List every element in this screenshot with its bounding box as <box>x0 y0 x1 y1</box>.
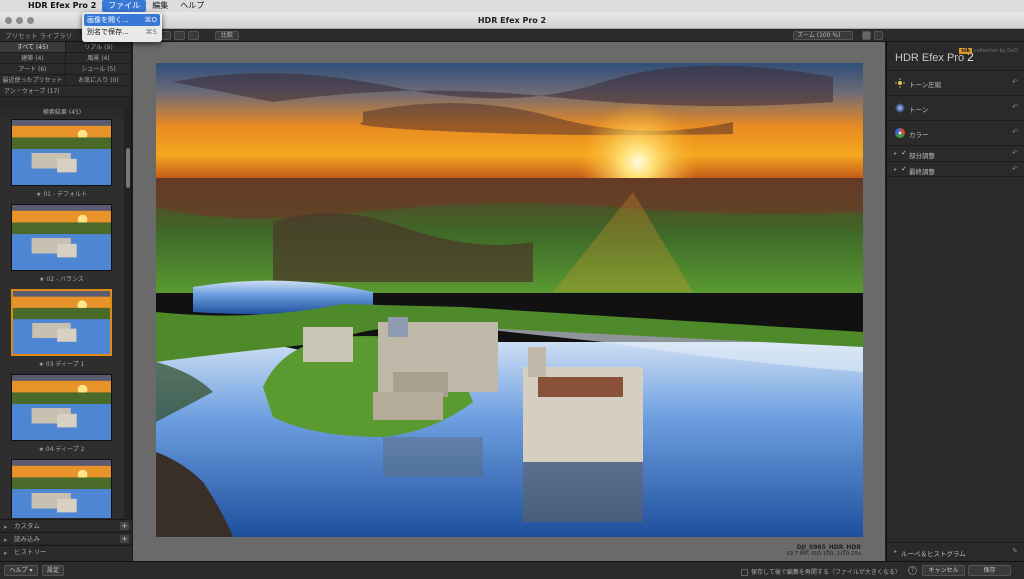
check-icon[interactable]: ✓ <box>901 165 907 173</box>
preset-category-7[interactable]: お気に入り (0) <box>66 75 132 86</box>
preset-category-2[interactable]: 建築 (4) <box>0 53 66 64</box>
preset-thumbnail[interactable] <box>11 459 112 518</box>
reset-icon[interactable]: ↶ <box>1012 78 1018 86</box>
preset-category-grid: すべて (45) リアル (9) 建築 (4) 風景 (4) アート (6) シュール (… <box>0 42 132 97</box>
sun-icon <box>895 78 905 88</box>
bottom-bar: ヘルプ ▾ 設定 保存して後で編集を再開する（ファイルが大きくなる） ? キャン… <box>0 561 1024 579</box>
menu-edit[interactable]: 編集 <box>146 0 174 12</box>
reset-icon[interactable]: ↶ <box>1012 103 1018 111</box>
add-custom-preset-button[interactable]: + <box>120 522 129 530</box>
check-icon[interactable]: ✓ <box>901 149 907 157</box>
vendor-logo: nik collection by DxO <box>959 48 1018 54</box>
section-selective-adjustments[interactable]: ▸ ✓ 部分調整 ↶ <box>887 145 1024 161</box>
toolbar-preset-label: プリセット ライブラリ <box>5 32 73 40</box>
zoom-select[interactable]: ズーム (100 %) <box>793 31 853 40</box>
menu-app[interactable]: HDR Efex Pro 2 <box>22 0 102 12</box>
cancel-button[interactable]: キャンセル <box>922 565 965 576</box>
search-results-title: 検索結果 (45) <box>0 108 124 118</box>
save-for-later-option[interactable]: 保存して後で編集を再開する（ファイルが大きくなる） <box>741 567 901 576</box>
chevron-right-icon: ▸ <box>894 166 898 173</box>
castle-photo[interactable] <box>133 42 885 561</box>
file-menu-dropdown: 画像を開く... ⌘O 別名で保存... ⌘S <box>82 12 162 42</box>
compare-button[interactable]: 比較 <box>215 31 239 40</box>
photo-frame: DJI_0965_HDR_HDR 19.7 MP, ISO 100, 1/10-… <box>133 42 885 561</box>
question-icon[interactable]: ? <box>908 566 917 575</box>
menu-item-save-as[interactable]: 別名で保存... ⌘S <box>82 26 162 38</box>
section-tone[interactable]: トーン ↶ <box>887 95 1024 120</box>
history-icon: ▸ <box>4 549 8 557</box>
chevron-right-icon: ▸ <box>894 150 898 157</box>
preset-thumbnail-list: 検索結果 (45) ★ 01 - デフォルト ★ 02 - バランス ★ 03 ディ… <box>0 108 124 518</box>
background-toggle-icon[interactable] <box>862 31 871 40</box>
preset-preview-image <box>11 119 112 186</box>
preset-preview-image <box>11 374 112 441</box>
preset-label: ★ 01 - デフォルト <box>36 191 87 198</box>
preset-scrollbar[interactable] <box>125 108 131 518</box>
preset-category-4[interactable]: アート (6) <box>0 64 66 75</box>
zoom-label: ズーム (100 %) <box>797 32 841 39</box>
section-tone-compression[interactable]: トーン圧縮 ↶ <box>887 70 1024 95</box>
reset-icon[interactable]: ↶ <box>1012 149 1018 157</box>
panel-toggle-icon[interactable] <box>874 31 883 40</box>
preset-preview-image <box>11 289 112 356</box>
preset-category-3[interactable]: 風景 (4) <box>66 53 132 64</box>
section-color[interactable]: カラー ↶ <box>887 120 1024 145</box>
window-title: HDR Efex Pro 2 <box>477 16 547 25</box>
preset-label: ★ 02 - バランス <box>39 276 84 283</box>
menu-bar: HDR Efex Pro 2 ファイル 編集 ヘルプ <box>0 0 1024 12</box>
preset-category-6[interactable]: 最近使ったプリセット <box>0 75 66 86</box>
reset-icon[interactable]: ↶ <box>1012 165 1018 173</box>
section-loupe-histogram[interactable]: ▸ ルーペ＆ヒストグラム ✎ <box>887 542 1024 561</box>
save-for-later-checkbox[interactable] <box>741 569 748 576</box>
section-finishing-adjustments[interactable]: ▸ ✓ 最終調整 ↶ <box>887 161 1024 177</box>
history-row[interactable]: ▸ ヒストリー <box>0 545 132 561</box>
photo-filename: DJI_0965_HDR_HDR <box>796 544 861 551</box>
preset-thumbnail[interactable]: ★ 04 ディープ 2 <box>11 374 112 456</box>
preset-thumbnail[interactable]: ★ 03 ディープ 1 <box>11 289 112 371</box>
save-button[interactable]: 保存 <box>968 565 1011 576</box>
preset-label: ★ 04 ディープ 2 <box>38 446 85 453</box>
preset-category-1[interactable]: リアル (9) <box>66 42 132 53</box>
split-view-icon[interactable] <box>174 31 185 40</box>
photo-info: 19.7 MP, ISO 100, 1/10-25s <box>786 551 861 557</box>
menu-help[interactable]: ヘルプ <box>174 0 210 12</box>
preset-thumbnail[interactable]: ★ 02 - バランス <box>11 204 112 286</box>
help-button[interactable]: ヘルプ ▾ <box>4 565 38 576</box>
pin-icon[interactable]: ✎ <box>1012 547 1018 555</box>
chevron-right-icon: ▸ <box>894 548 898 555</box>
color-wheel-icon <box>895 128 905 138</box>
preset-category-0[interactable]: すべて (45) <box>0 42 66 53</box>
image-canvas: DJI_0965_HDR_HDR 19.7 MP, ISO 100, 1/10-… <box>133 42 885 561</box>
close-window-button[interactable] <box>5 17 12 24</box>
preset-label: ★ 03 ディープ 1 <box>38 361 85 368</box>
settings-button[interactable]: 設定 <box>42 565 64 576</box>
preset-panel: すべて (45) リアル (9) 建築 (4) 風景 (4) アート (6) シュール (… <box>0 42 132 561</box>
tone-icon <box>895 103 905 113</box>
photo-caption: DJI_0965_HDR_HDR 19.7 MP, ISO 100, 1/10-… <box>786 544 861 558</box>
preset-preview-image <box>11 204 112 271</box>
reset-icon[interactable]: ↶ <box>1012 128 1018 136</box>
custom-presets-row[interactable]: ▸ カスタム + <box>0 519 132 531</box>
preset-thumbnail[interactable]: ★ 01 - デフォルト <box>11 119 112 201</box>
menu-item-open[interactable]: 画像を開く... ⌘O <box>84 14 160 26</box>
preset-preview-image <box>11 459 112 518</box>
adjustment-panel: HDR Efex Pro 2 nik collection by DxO トーン圧… <box>886 42 1024 561</box>
import-preset-button[interactable]: + <box>120 535 129 543</box>
import-row[interactable]: ▸ 読み込み + <box>0 532 132 544</box>
side-by-side-view-icon[interactable] <box>188 31 199 40</box>
preset-category-5[interactable]: シュール (5) <box>66 64 132 75</box>
preset-category-8[interactable]: アン・ウォーブ (17) <box>0 86 132 97</box>
minimize-window-button[interactable] <box>16 17 23 24</box>
zoom-window-button[interactable] <box>27 17 34 24</box>
menu-file[interactable]: ファイル <box>102 0 147 12</box>
